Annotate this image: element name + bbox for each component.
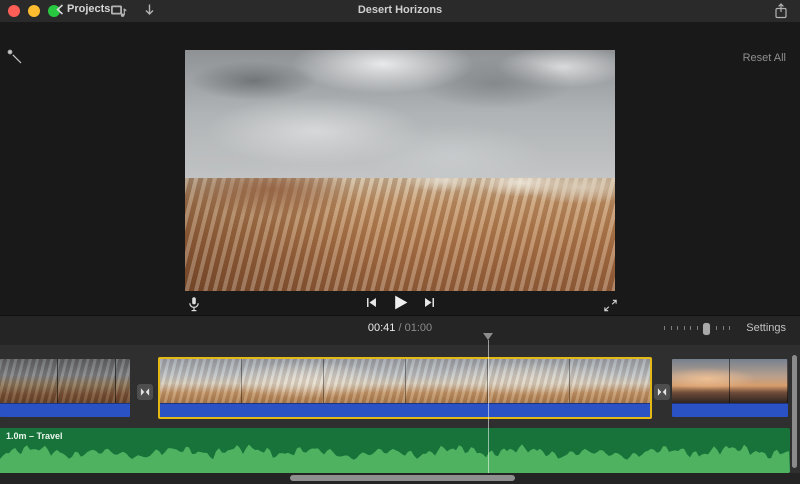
timeline-zoom-slider[interactable]: [664, 321, 730, 335]
video-preview: [185, 50, 615, 291]
audio-waveform-shape: [0, 444, 790, 473]
playhead-line: [488, 340, 489, 473]
timeline-horizontal-scrollbar[interactable]: [290, 475, 515, 481]
settings-button[interactable]: Settings: [740, 321, 792, 335]
preview-rocks: [185, 178, 615, 291]
timecode-separator: /: [395, 322, 404, 334]
title-bar: Projects Desert Horizons: [0, 0, 800, 23]
timeline-clip-2-selected[interactable]: [158, 357, 652, 419]
project-title: Desert Horizons: [0, 4, 800, 16]
music-track-label: 1.0m – Travel: [6, 431, 63, 441]
fullscreen-icon[interactable]: [603, 298, 618, 313]
zoom-slider-thumb[interactable]: [702, 322, 711, 336]
timecode-current: 00:41: [368, 322, 396, 334]
transport-controls: [0, 294, 800, 311]
next-frame-icon[interactable]: [423, 296, 436, 309]
clip-2-audio-bar: [160, 403, 650, 417]
timeline-clip-1[interactable]: [0, 359, 130, 417]
previous-frame-icon[interactable]: [365, 296, 378, 309]
clip-1-audio-bar: [0, 403, 130, 417]
zoom-slider-track[interactable]: [664, 326, 730, 330]
timeline-header: 00:41 / 01:00 Settings: [0, 315, 800, 346]
timecode-total: 01:00: [405, 322, 433, 334]
play-icon[interactable]: [392, 294, 409, 311]
timeline-area: 1.0m – Travel: [0, 345, 800, 484]
viewer-area: Reset All: [0, 22, 800, 315]
share-icon[interactable]: [774, 3, 788, 19]
playhead-marker-icon[interactable]: [483, 333, 493, 340]
timeline-vertical-scrollbar[interactable]: [792, 355, 797, 468]
playhead[interactable]: [483, 333, 493, 473]
background-music-track[interactable]: 1.0m – Travel: [0, 428, 790, 473]
timeline-clip-3[interactable]: [672, 359, 788, 417]
timeline-scrollbar-strip: [0, 473, 800, 484]
clip-3-audio-bar: [672, 403, 788, 417]
transition-icon[interactable]: [654, 384, 670, 400]
auto-enhance-icon[interactable]: [7, 49, 23, 65]
imovie-window: Projects Desert Horizons: [0, 0, 800, 484]
reset-all-button[interactable]: Reset All: [737, 51, 792, 65]
transition-icon[interactable]: [137, 384, 153, 400]
